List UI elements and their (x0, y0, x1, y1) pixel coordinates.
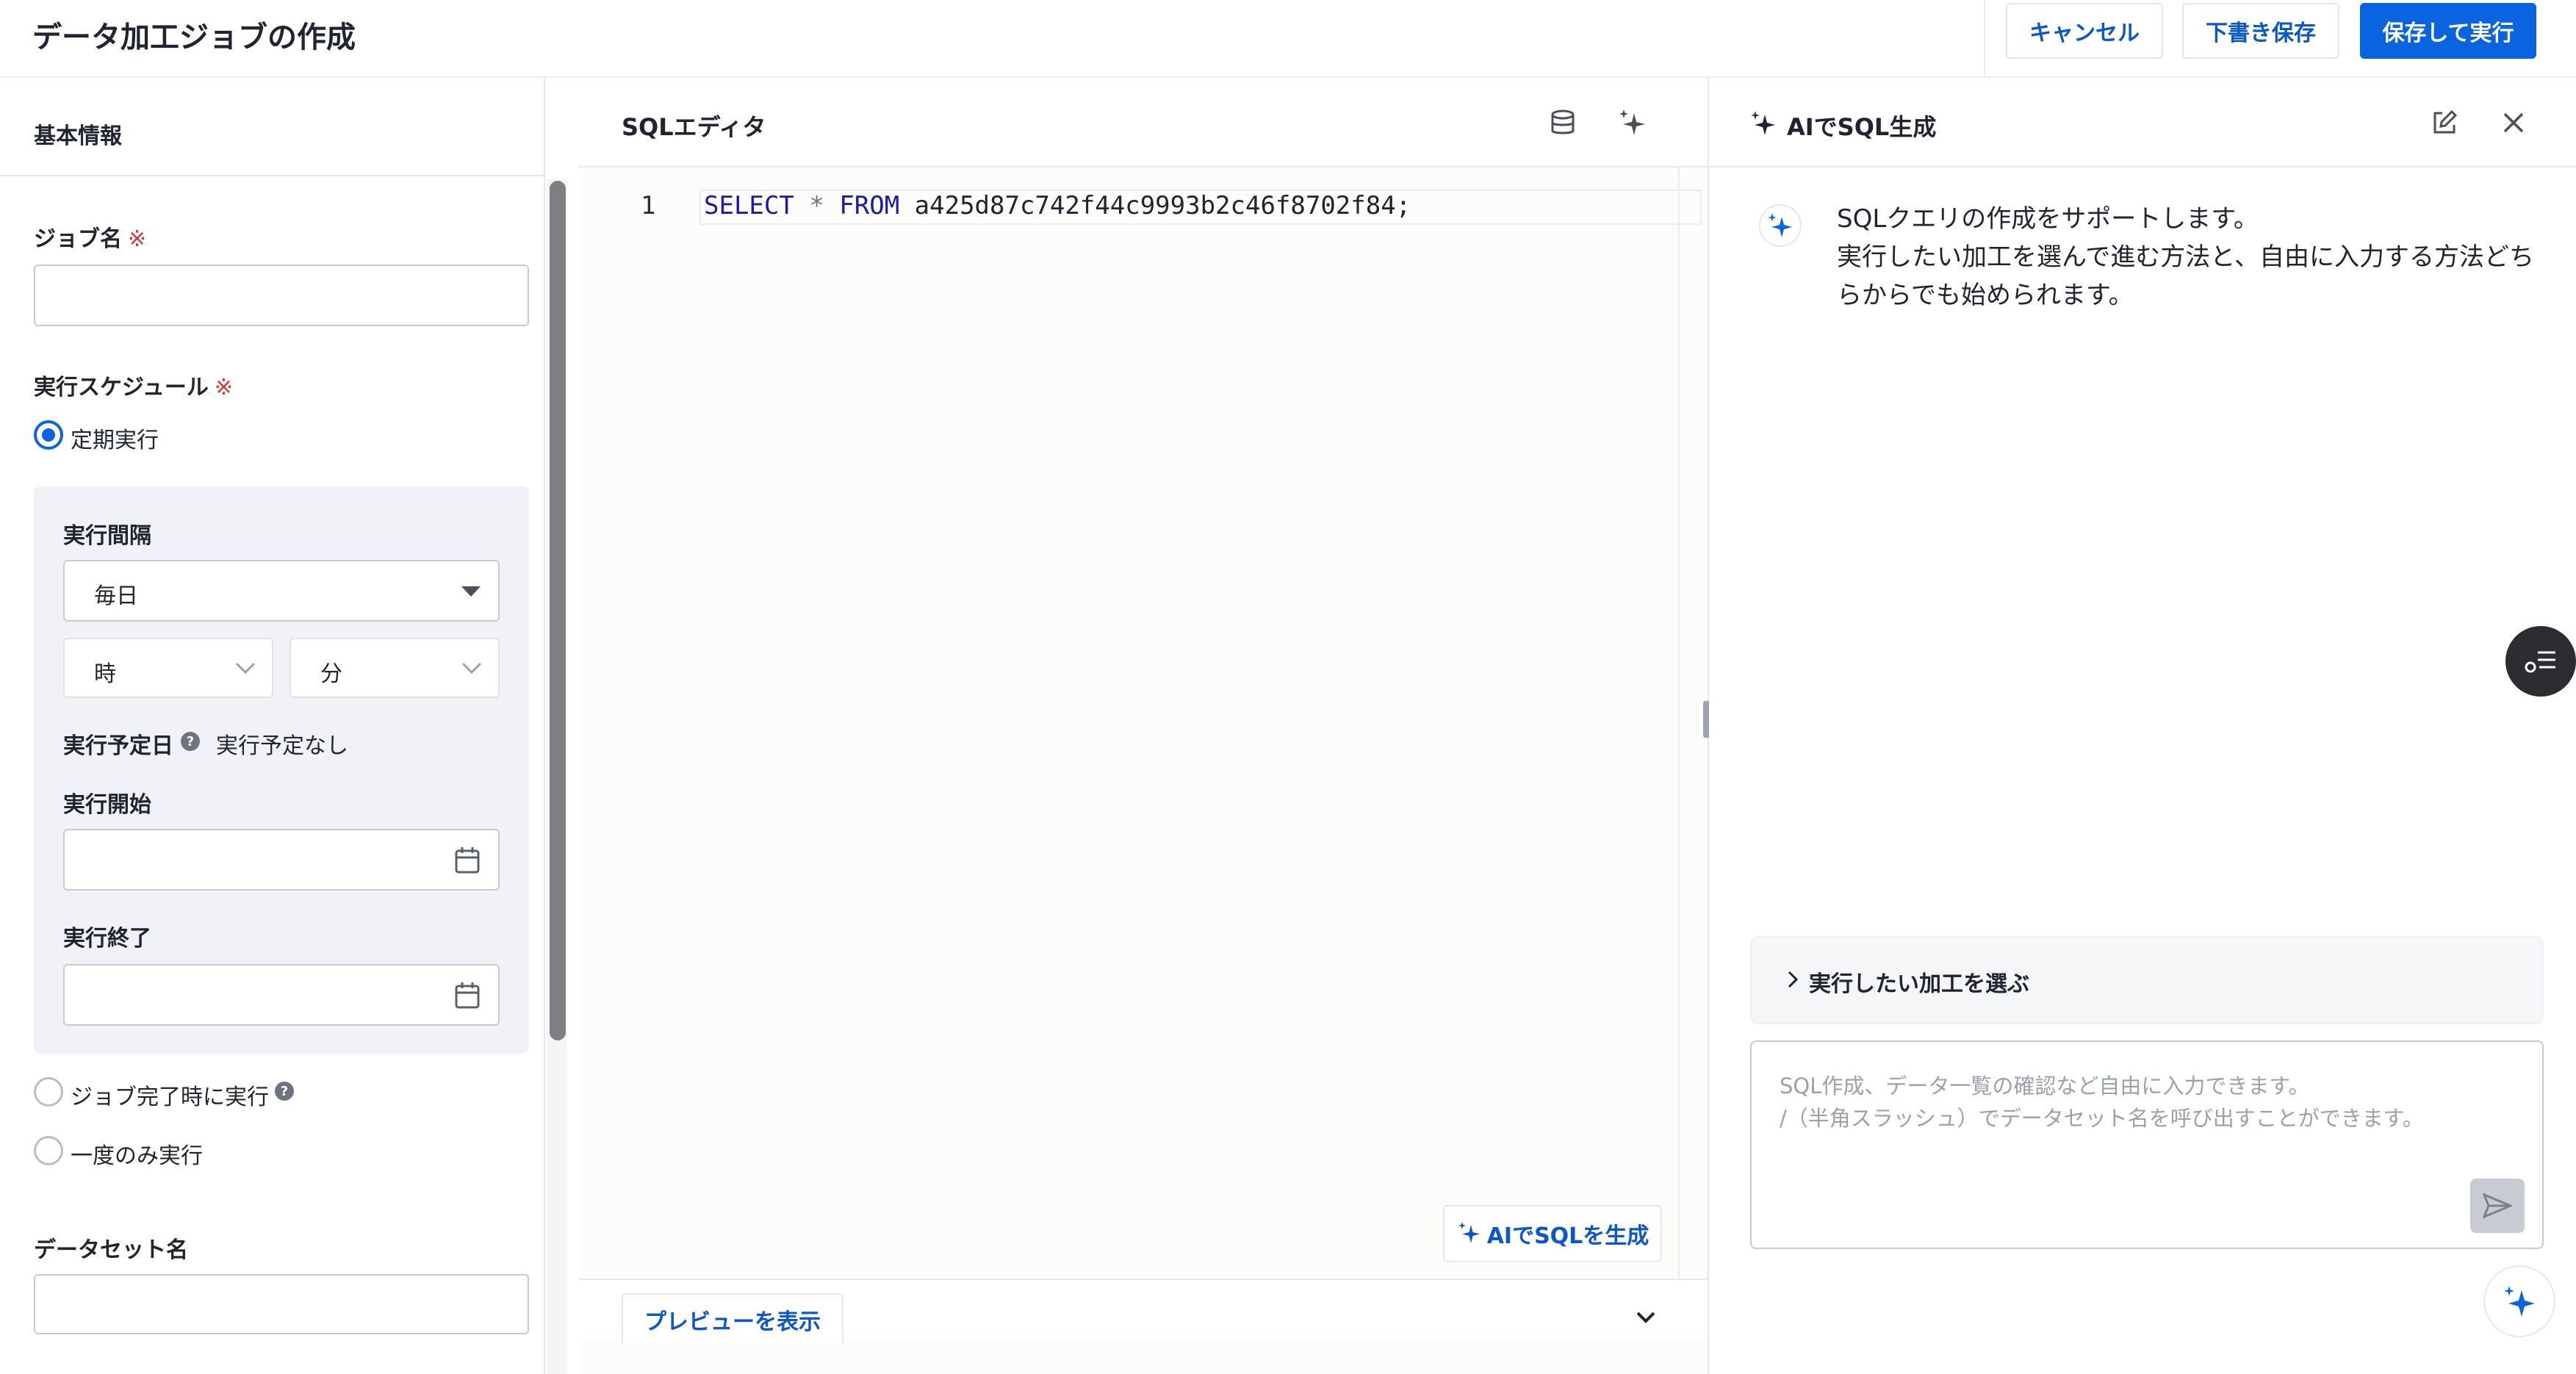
close-icon[interactable] (2503, 112, 2525, 134)
scrollbar-thumb[interactable] (550, 181, 566, 1040)
cancel-button[interactable]: キャンセル (2006, 3, 2163, 59)
ai-message-line: SQLクエリの作成をサポートします。 (1837, 204, 2259, 234)
database-icon[interactable] (1549, 109, 1577, 138)
ai-avatar (1759, 204, 1802, 247)
on-job-complete-radio[interactable] (34, 1077, 63, 1107)
sparkle-icon[interactable] (1616, 107, 1649, 140)
chevron-down-icon[interactable] (1636, 1311, 1656, 1324)
minute-select[interactable]: 分 (289, 638, 500, 698)
sql-operator: * (809, 191, 824, 220)
periodic-label: 定期実行 (71, 428, 159, 453)
dataset-name-input[interactable] (34, 1274, 529, 1334)
sparkle-icon (2504, 1286, 2535, 1317)
once-label: 一度のみ実行 (71, 1143, 203, 1169)
send-icon (2483, 1193, 2512, 1218)
chevron-right-icon (1788, 971, 1799, 988)
hour-select[interactable]: 時 (63, 638, 273, 698)
interval-select[interactable]: 毎日 (63, 560, 500, 622)
help-icon[interactable]: ? (275, 1082, 294, 1101)
editor-ruler (1678, 166, 1680, 1278)
dataset-name-label: データセット名 (34, 1237, 188, 1263)
minute-placeholder: 分 (320, 661, 342, 687)
sql-keyword: SELECT (704, 191, 794, 220)
required-mark: ※ (128, 226, 147, 252)
edit-icon[interactable] (2431, 109, 2458, 137)
sparkle-icon (1751, 111, 1775, 135)
page-title: データ加工ジョブの作成 (32, 21, 356, 54)
dropdown-arrow-icon (461, 586, 481, 597)
line-number: 1 (641, 191, 656, 220)
once-radio[interactable] (34, 1136, 63, 1165)
periodic-radio[interactable] (34, 420, 63, 450)
ai-message-line: 実行したい加工を選んで進む方法と、自由に入力する方法どちらからでも始められます。 (1837, 242, 2534, 310)
start-date-input[interactable] (63, 829, 500, 891)
help-icon[interactable]: ? (181, 732, 200, 751)
interval-value: 毎日 (94, 583, 138, 609)
chat-placeholder: SQL作成、データ一覧の確認など自由に入力できます。 /（半角スラッシュ）でデー… (1780, 1070, 2485, 1134)
chevron-down-icon (235, 662, 256, 675)
save-draft-button[interactable]: 下書き保存 (2182, 3, 2339, 59)
sparkle-icon (1458, 1222, 1480, 1243)
sql-code-line[interactable]: SELECT * FROM a425d87c742f44c9993b2c46f8… (704, 191, 1411, 220)
hour-placeholder: 時 (94, 661, 116, 687)
calendar-icon[interactable] (454, 846, 481, 874)
list-toggle-button[interactable] (2505, 626, 2576, 697)
ai-sql-title: AIでSQL生成 (1787, 113, 1937, 141)
chat-placeholder-line: /（半角スラッシュ）でデータセット名を呼び出すことができます。 (1780, 1106, 2424, 1131)
ai-generate-sql-label: AIでSQLを生成 (1486, 1223, 1649, 1249)
sql-editor-panel (579, 78, 1709, 1374)
ai-generate-sql-button[interactable]: AIでSQLを生成 (1443, 1205, 1662, 1262)
on-job-complete-label: ジョブ完了時に実行 (71, 1085, 269, 1110)
next-date-value: 実行予定なし (216, 733, 348, 759)
basic-info-title: 基本情報 (34, 123, 122, 149)
select-operation-label: 実行したい加工を選ぶ (1809, 971, 2029, 997)
header-divider (1984, 0, 1985, 76)
show-preview-button[interactable]: プレビューを表示 (622, 1293, 843, 1345)
end-date-input[interactable] (63, 964, 500, 1026)
start-label: 実行開始 (63, 792, 151, 818)
end-label: 実行終了 (63, 926, 151, 952)
ai-message: SQLクエリの作成をサポートします。 実行したい加工を選んで進む方法と、自由に入… (1837, 200, 2542, 314)
list-icon (2525, 651, 2555, 673)
job-name-label: ジョブ名 ※ (34, 226, 147, 252)
sql-keyword: FROM (839, 191, 900, 220)
save-and-run-button[interactable]: 保存して実行 (2360, 3, 2536, 59)
next-date-label: 実行予定日 (63, 733, 173, 759)
chevron-down-icon (461, 662, 482, 675)
required-mark: ※ (214, 375, 234, 400)
schedule-label: 実行スケジュール ※ (34, 375, 234, 400)
floating-ai-button[interactable] (2483, 1265, 2555, 1337)
chat-placeholder-line: SQL作成、データ一覧の確認など自由に入力できます。 (1780, 1073, 2310, 1098)
send-button[interactable] (2470, 1179, 2525, 1233)
sparkle-icon (1768, 213, 1792, 237)
sql-table-name: a425d87c742f44c9993b2c46f8702f84; (914, 191, 1411, 220)
interval-label: 実行間隔 (63, 523, 151, 549)
calendar-icon[interactable] (454, 982, 481, 1010)
sql-editor-title: SQLエディタ (622, 113, 766, 141)
job-name-input[interactable] (34, 265, 529, 326)
